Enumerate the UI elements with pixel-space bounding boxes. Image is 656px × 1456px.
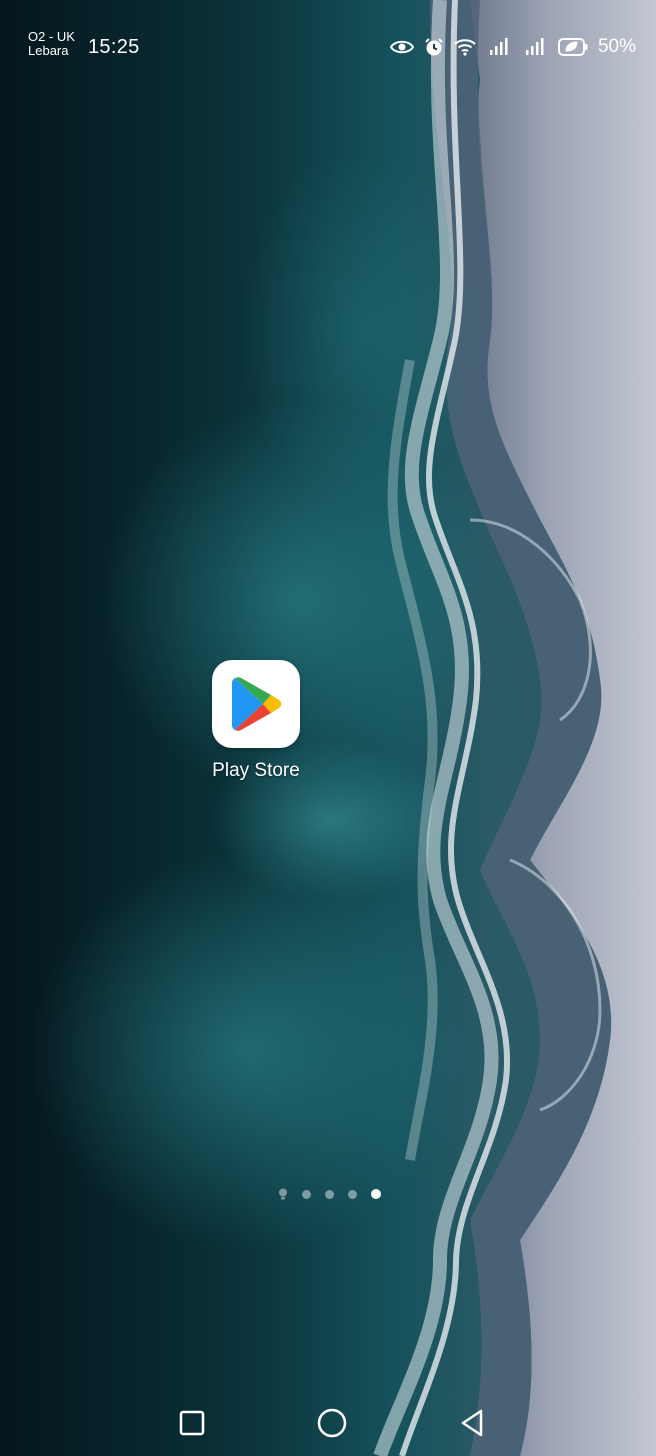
page-dot-3: [348, 1189, 357, 1199]
recents-square-icon: [178, 1409, 206, 1442]
app-label: Play Store: [212, 760, 300, 781]
signal-icon-2: [522, 38, 548, 56]
app-play-store[interactable]: Play Store: [196, 660, 316, 782]
carrier-primary: O2 - UK: [28, 29, 75, 44]
page-indicator[interactable]: [278, 1188, 381, 1200]
signal-icon: [486, 38, 512, 56]
home-screen: O2 - UK Lebara 15:25 50% Play Store: [0, 0, 656, 1456]
eye-icon: [389, 39, 414, 55]
wallpaper: [0, 0, 656, 1456]
battery-percent: 50%: [597, 36, 636, 57]
status-icons: 50%: [389, 33, 636, 61]
home-button[interactable]: [312, 1405, 352, 1445]
home-circle-icon: [316, 1407, 348, 1444]
alarm-icon: [424, 37, 444, 57]
back-triangle-icon: [459, 1408, 485, 1443]
carrier-info: O2 - UK Lebara: [28, 30, 75, 58]
navigation-bar: [0, 1395, 656, 1455]
page-dot-4-active: [371, 1189, 381, 1199]
page-dot-1: [302, 1189, 311, 1199]
page-dot-2: [325, 1189, 334, 1199]
battery-saver-icon: [557, 37, 588, 57]
ocean-wallpaper-image: [0, 0, 656, 1456]
carrier-secondary: Lebara: [28, 43, 69, 58]
status-bar: O2 - UK Lebara 15:25 50%: [0, 0, 656, 92]
bulb-icon: [278, 1188, 288, 1200]
recents-button[interactable]: [172, 1405, 212, 1445]
back-button[interactable]: [452, 1405, 492, 1445]
status-clock: 15:25: [88, 36, 140, 58]
play-store-icon[interactable]: [212, 660, 300, 748]
wifi-icon: [454, 38, 476, 56]
